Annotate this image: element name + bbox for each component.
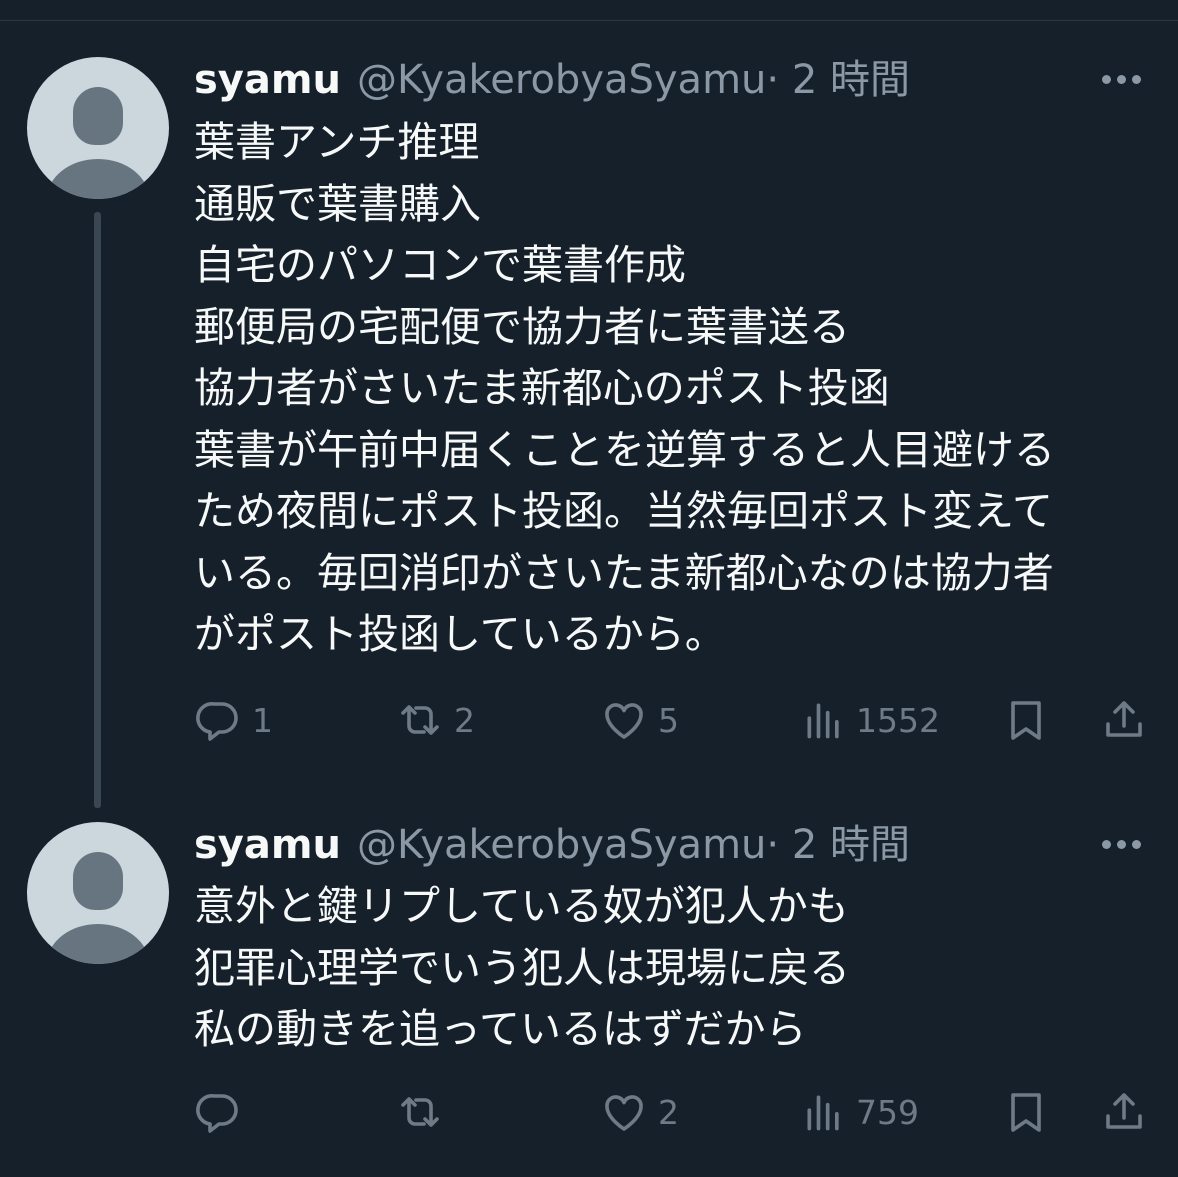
display-name[interactable]: syamu [194, 55, 341, 105]
thread-connector-line [94, 212, 101, 808]
display-name[interactable]: syamu [194, 820, 341, 870]
views-button[interactable]: 1552 [802, 690, 940, 750]
share-button[interactable] [1100, 690, 1148, 750]
reply-button[interactable]: 1 [194, 690, 273, 750]
more-icon[interactable] [1102, 69, 1148, 89]
tweet-header: syamu @KyakerobyaSyamu · 2 時間 [194, 55, 910, 105]
user-handle[interactable]: @KyakerobyaSyamu [357, 820, 766, 870]
tweet-text-line: 葉書アンチ推理 [194, 118, 480, 166]
timestamp[interactable]: · 2 時間 [766, 55, 910, 105]
view-count: 1552 [856, 700, 940, 740]
reply-count: 1 [252, 700, 273, 740]
bookmark-button[interactable] [1002, 1082, 1050, 1142]
avatar-head [73, 852, 123, 910]
like-icon [605, 703, 643, 739]
tweet-actions: 2 759 [194, 1082, 1154, 1142]
like-button[interactable]: 5 [600, 690, 679, 750]
more-icon[interactable] [1102, 834, 1148, 854]
like-button[interactable]: 2 [600, 1082, 679, 1142]
tweet-text-line: 郵便局の宅配便で協力者に葉書送る [194, 302, 850, 351]
retweet-icon [401, 705, 439, 735]
user-handle[interactable]: @KyakerobyaSyamu [357, 55, 766, 105]
reply-button[interactable] [194, 1082, 252, 1142]
top-divider [0, 20, 1178, 21]
avatar[interactable] [27, 57, 169, 199]
views-icon [807, 703, 839, 739]
tweet-text-line: 協力者がさいたま新都心のポスト投函 [194, 364, 890, 412]
tweet-text-line: 犯罪心理学でいう犯人は現場に戻る [194, 943, 850, 992]
tweet-text-line: 葉書が午前中届くことを逆算すると人目避ける [194, 425, 1055, 474]
share-icon [1106, 1093, 1142, 1129]
share-button[interactable] [1100, 1082, 1148, 1142]
tweet-text-line: ため夜間にポスト投函。当然毎回ポスト変えて [194, 487, 1053, 535]
avatar-body [47, 159, 149, 199]
reply-icon [196, 1094, 238, 1133]
retweet-button[interactable] [396, 1082, 454, 1142]
like-icon [605, 1095, 643, 1131]
bookmark-icon [1011, 1093, 1041, 1132]
avatar-body [47, 924, 149, 964]
tweet-text: 葉書アンチ推理 通販で葉書購入 自宅のパソコンで葉書作成 郵便局の宅配便で協力者… [194, 112, 1154, 666]
share-icon [1106, 701, 1142, 737]
view-count: 759 [856, 1092, 919, 1132]
tweet-text-line: がポスト投函しているから。 [194, 610, 726, 658]
bookmark-icon [1011, 701, 1041, 740]
tweet-header: syamu @KyakerobyaSyamu · 2 時間 [194, 820, 910, 870]
tweet-text-line: 意外と鍵リプしている奴が犯人かも [194, 882, 849, 930]
like-count: 5 [658, 700, 679, 740]
tweet-text: 意外と鍵リプしている奴が犯人かも 犯罪心理学でいう犯人は現場に戻る 私の動きを追… [194, 876, 1154, 1061]
retweet-icon [401, 1097, 439, 1127]
tweet-text-line: 私の動きを追っているはずだから [194, 1005, 807, 1053]
tweet-text-line: 通販で葉書購入 [194, 179, 481, 228]
views-icon [807, 1095, 839, 1131]
tweet-text-line: いる。毎回消印がさいたま新都心なのは協力者 [194, 548, 1054, 597]
reply-icon [196, 702, 238, 741]
bookmark-button[interactable] [1002, 690, 1050, 750]
avatar[interactable] [27, 822, 169, 964]
retweet-button[interactable]: 2 [396, 690, 475, 750]
views-button[interactable]: 759 [802, 1082, 919, 1142]
tweet-actions: 1 2 5 1552 [194, 690, 1154, 750]
tweet-text-line: 自宅のパソコンで葉書作成 [194, 241, 686, 289]
retweet-count: 2 [454, 700, 475, 740]
timestamp[interactable]: · 2 時間 [766, 820, 910, 870]
avatar-head [73, 87, 123, 145]
like-count: 2 [658, 1092, 679, 1132]
